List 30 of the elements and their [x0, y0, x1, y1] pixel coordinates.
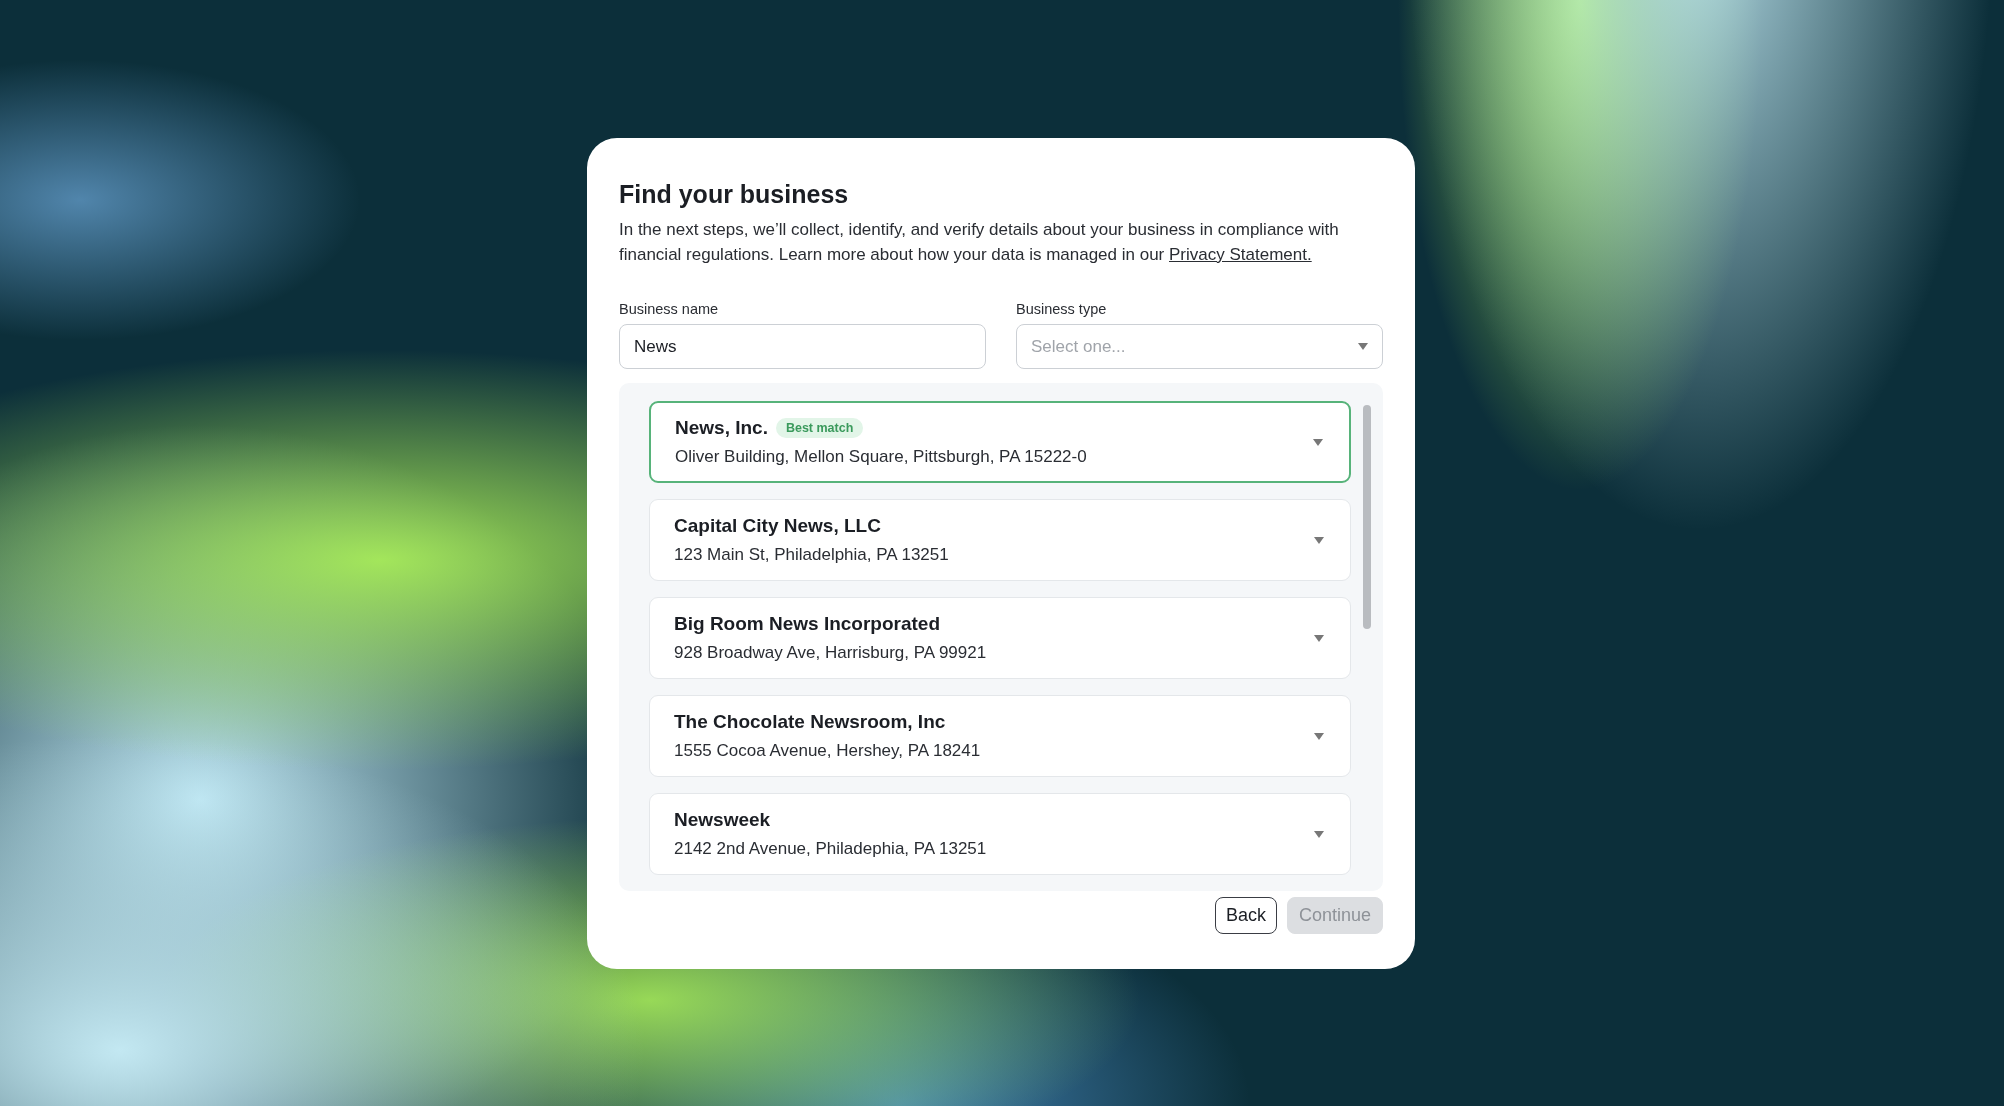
dialog-title: Find your business [619, 180, 850, 209]
scrollbar-thumb[interactable] [1363, 405, 1371, 629]
business-address: Oliver Building, Mellon Square, Pittsburgh, PA 15222-0 [675, 447, 1087, 467]
business-name-field[interactable]: News [619, 324, 986, 369]
privacy-link[interactable]: Privacy Statement. [1169, 245, 1312, 264]
back-button[interactable]: Back [1214, 897, 1277, 934]
caret-icon[interactable] [1314, 536, 1324, 544]
field-label: Business name [619, 301, 720, 317]
caret-icon[interactable] [1313, 438, 1323, 446]
business-name: Big Room News Incorporated [674, 613, 941, 635]
business-name: News, Inc. [675, 417, 768, 439]
description-text: In the next steps, we’ll collect, identify, and verify details about your business in compliance with financial regulations. Learn more about how your data is managed in our Privacy Statement. [619, 219, 1340, 266]
business-name: Capital City News, LLC [674, 515, 881, 537]
business-name: The Chocolate Newsroom, Inc [674, 711, 946, 733]
business-name: Newsweek [674, 809, 771, 831]
caret-icon[interactable] [1314, 634, 1324, 642]
business-address: 2142 2nd Avenue, Philadephia, PA 13251 [674, 839, 987, 859]
result-item[interactable]: News, Inc. Best match Oliver Building, Mellon Square, Pittsburgh, PA 15222-0 [649, 401, 1351, 483]
caret-icon [1358, 343, 1368, 350]
field-label: Business type [1016, 301, 1108, 317]
best-match-badge: Best match [775, 418, 864, 438]
business-address: 928 Broadway Ave, Harrisburg, PA 99921 [674, 643, 987, 663]
result-item[interactable]: The Chocolate Newsroom, Inc 1555 Cocoa Avenue, Hershey, PA 18241 [649, 695, 1351, 777]
result-item[interactable]: Newsweek 2142 2nd Avenue, Philadephia, PA 13251 [649, 793, 1351, 875]
business-address: 123 Main St, Philadelphia, PA 13251 [674, 545, 949, 565]
business-address: 1555 Cocoa Avenue, Hershey, PA 18241 [674, 741, 981, 761]
result-item[interactable]: Capital City News, LLC 123 Main St, Philadelphia, PA 13251 [649, 499, 1351, 581]
result-item[interactable]: Big Room News Incorporated 928 Broadway Ave, Harrisburg, PA 99921 [649, 597, 1351, 679]
caret-icon[interactable] [1314, 732, 1324, 740]
caret-icon[interactable] [1314, 830, 1324, 838]
